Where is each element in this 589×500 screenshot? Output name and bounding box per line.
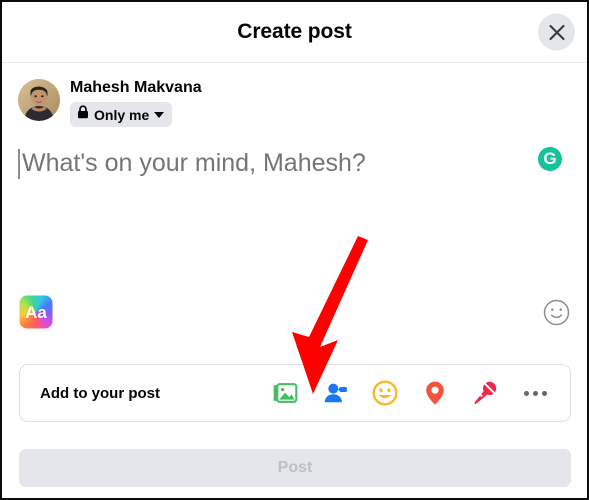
more-options-icon[interactable] — [517, 375, 553, 411]
add-to-post-label: Add to your post — [40, 384, 160, 402]
close-button[interactable] — [538, 13, 575, 51]
avatar[interactable] — [18, 79, 60, 121]
create-post-dialog: Create post Mahesh Makvana Only me What'… — [0, 0, 589, 500]
tag-people-icon[interactable] — [317, 375, 353, 411]
author-meta: Mahesh Makvana Only me — [70, 79, 202, 127]
background-color-label: Aa — [25, 302, 47, 322]
composer-placeholder: What's on your mind, Mahesh? — [22, 149, 366, 177]
format-row: Aa — [2, 290, 587, 334]
emoji-picker-icon[interactable] — [541, 297, 571, 327]
post-button[interactable]: Post — [19, 449, 571, 487]
author-name: Mahesh Makvana — [70, 79, 202, 96]
lock-icon — [77, 105, 89, 124]
page-title: Create post — [237, 20, 352, 43]
privacy-selector[interactable]: Only me — [70, 102, 173, 127]
check-in-icon[interactable] — [417, 375, 453, 411]
feeling-activity-icon[interactable] — [367, 375, 403, 411]
close-icon — [548, 23, 566, 41]
text-caret — [18, 149, 20, 179]
background-color-button[interactable]: Aa — [18, 294, 54, 330]
live-video-icon[interactable] — [467, 375, 503, 411]
chevron-down-icon — [154, 112, 165, 118]
privacy-label: Only me — [94, 106, 150, 123]
author-row: Mahesh Makvana Only me — [2, 63, 587, 127]
add-to-post-options — [267, 375, 553, 411]
composer-area[interactable]: What's on your mind, Mahesh? G — [2, 127, 587, 179]
photo-video-icon[interactable] — [267, 375, 303, 411]
add-to-post-bar: Add to your post — [19, 364, 571, 422]
post-button-label: Post — [277, 459, 313, 476]
grammarly-letter: G — [543, 149, 557, 168]
dialog-header: Create post — [2, 2, 587, 63]
grammarly-icon[interactable]: G — [538, 147, 562, 171]
